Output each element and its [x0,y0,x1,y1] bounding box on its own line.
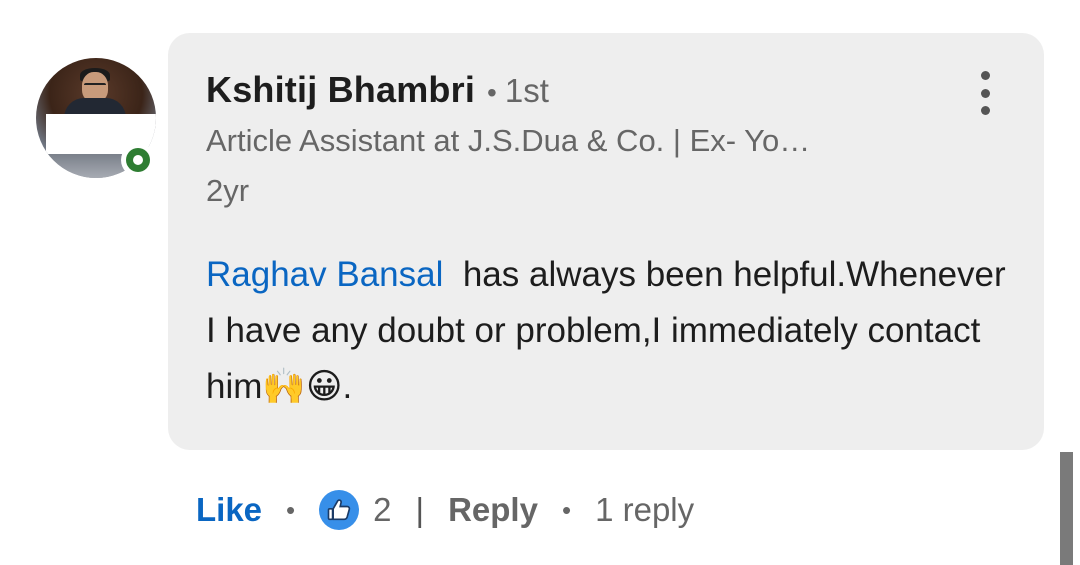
avatar-glasses [84,83,106,90]
online-status-icon [121,143,155,177]
more-vertical-icon[interactable] [968,71,1002,115]
reply-button[interactable]: Reply [448,491,538,529]
comment-bubble: Kshitij Bhambri • 1st Article Assistant … [168,33,1044,450]
author-row: Kshitij Bhambri • 1st [206,69,549,111]
author-headline[interactable]: Article Assistant at J.S.Dua & Co. | Ex-… [206,123,810,159]
mention-link[interactable]: Raghav Bansal [206,255,443,294]
connection-degree: 1st [504,72,549,109]
comment-timestamp: 2yr [206,173,250,208]
reaction-count[interactable]: 2 [373,491,391,529]
replies-count-link[interactable]: 1 reply [595,491,694,529]
comment-emojis: 🙌😀 [262,367,343,407]
scrollbar[interactable] [1060,452,1073,565]
comment-actions: Like • 2 | Reply • 1 reply [196,490,694,530]
author-name[interactable]: Kshitij Bhambri [206,69,475,111]
action-separator-dot-2: • [561,494,572,525]
thumbs-up-icon[interactable] [319,490,360,530]
comment-end-punct: . [342,367,353,406]
action-divider: | [415,491,425,528]
like-button[interactable]: Like [196,491,262,529]
name-separator-dot: • [487,77,497,108]
action-separator-dot: • [286,494,296,525]
comment-text: Raghav Bansal has always been helpful.Wh… [206,247,1006,415]
